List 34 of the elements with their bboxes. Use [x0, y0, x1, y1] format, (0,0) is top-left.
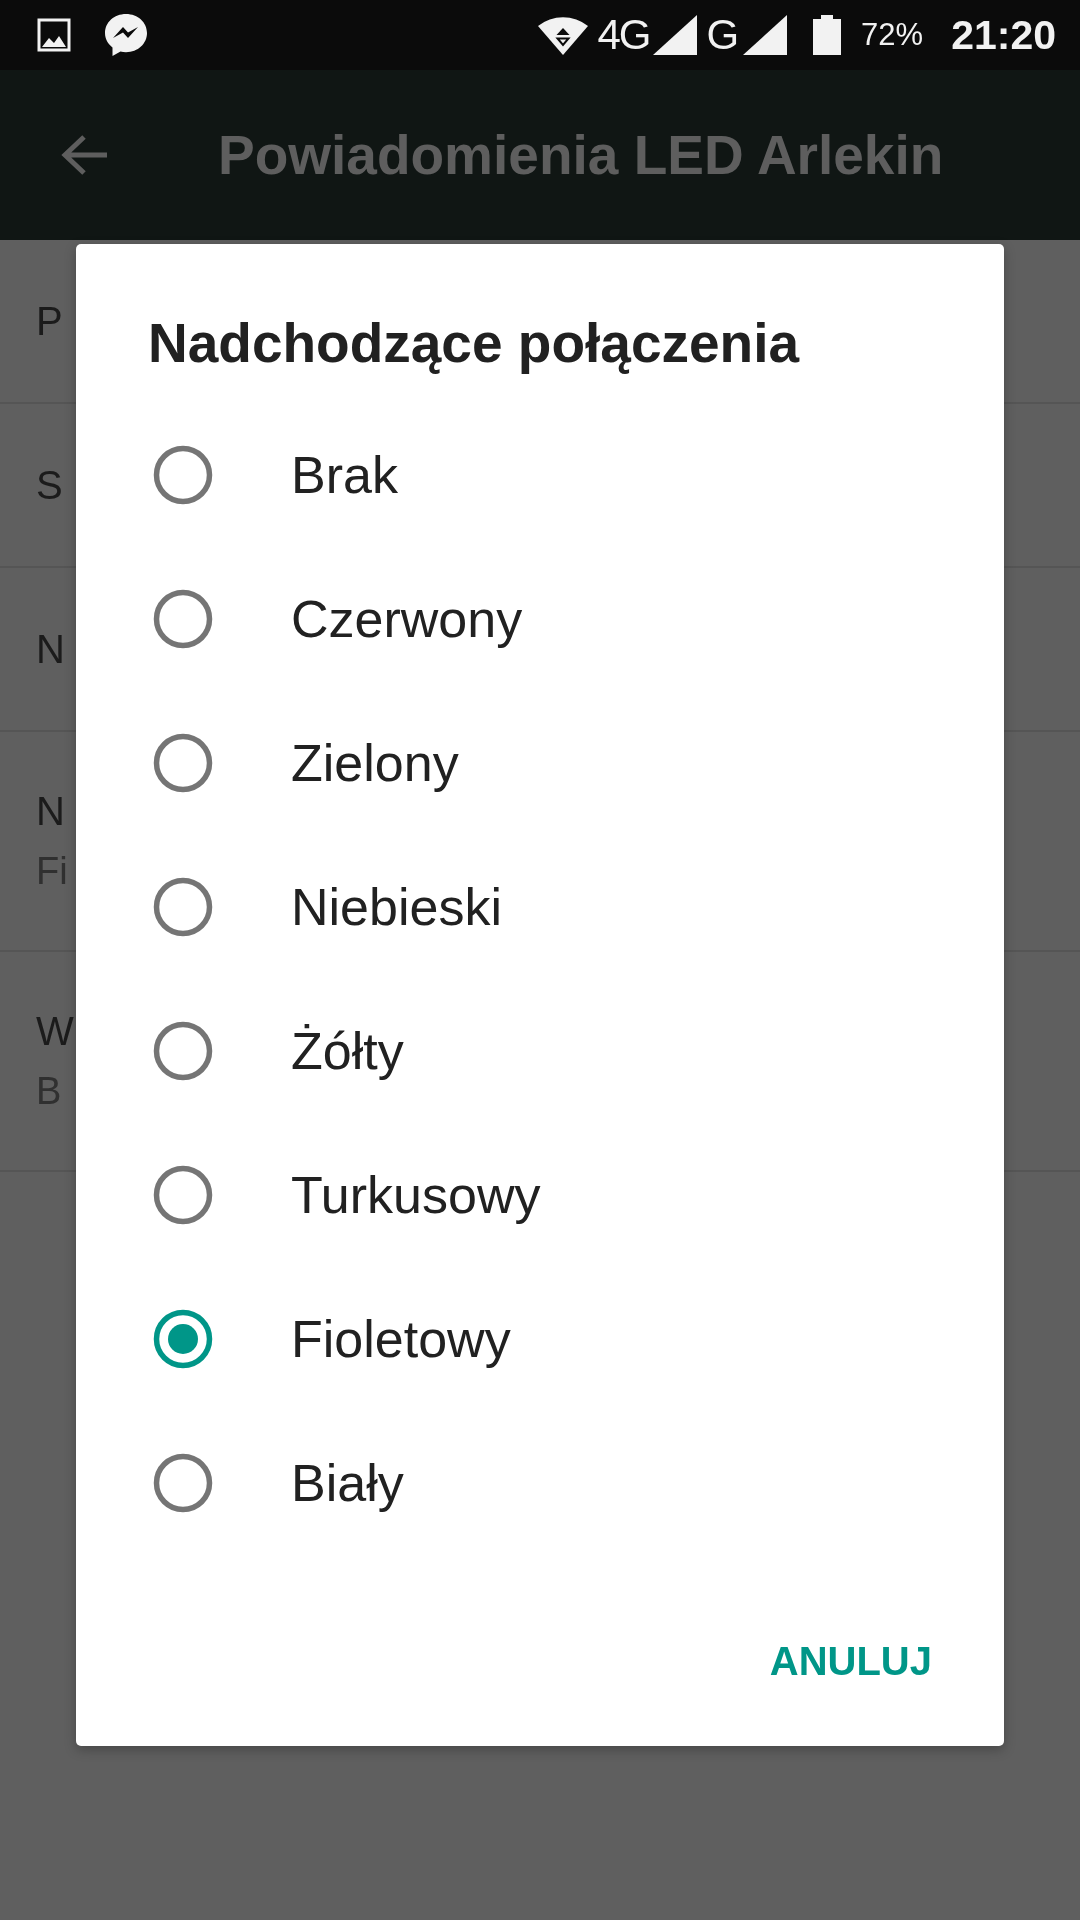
network-type: G	[706, 11, 738, 59]
radio-option[interactable]: Czerwony	[76, 547, 1004, 691]
cancel-button[interactable]: ANULUJ	[749, 1613, 952, 1709]
radio-option[interactable]: Brak	[76, 403, 1004, 547]
radio-option[interactable]: Turkusowy	[76, 1123, 1004, 1267]
battery-icon	[812, 15, 843, 55]
back-icon[interactable]	[59, 134, 109, 176]
radio-icon[interactable]	[153, 1165, 213, 1225]
radio-icon[interactable]	[153, 1309, 213, 1369]
battery-percent: 72%	[861, 17, 924, 53]
radio-option[interactable]: Zielony	[76, 691, 1004, 835]
app-title: Powiadomienia LED Arlekin	[218, 123, 944, 187]
setting-title: S	[36, 462, 63, 509]
radio-icon[interactable]	[153, 589, 213, 649]
radio-icon[interactable]	[153, 1453, 213, 1513]
setting-title: N	[36, 788, 65, 835]
radio-icon[interactable]	[153, 445, 213, 505]
radio-option[interactable]: Biały	[76, 1411, 1004, 1555]
radio-icon[interactable]	[153, 1021, 213, 1081]
network-type: 4G	[597, 11, 650, 59]
setting-title: W	[36, 1008, 74, 1055]
wifi-icon	[537, 15, 590, 55]
radio-option[interactable]: Niebieski	[76, 835, 1004, 979]
setting-title: P	[36, 298, 63, 345]
radio-option[interactable]: Fioletowy	[76, 1267, 1004, 1411]
signal-icon	[653, 15, 698, 55]
setting-title: N	[36, 626, 65, 673]
radio-option[interactable]: Żółty	[76, 979, 1004, 1123]
signal-icon	[743, 15, 788, 55]
clock: 21:20	[951, 11, 1056, 59]
radio-icon[interactable]	[153, 733, 213, 793]
radio-icon[interactable]	[153, 877, 213, 937]
dialog-title: Nadchodzące połączenia	[147, 311, 801, 376]
image-icon	[37, 18, 71, 52]
